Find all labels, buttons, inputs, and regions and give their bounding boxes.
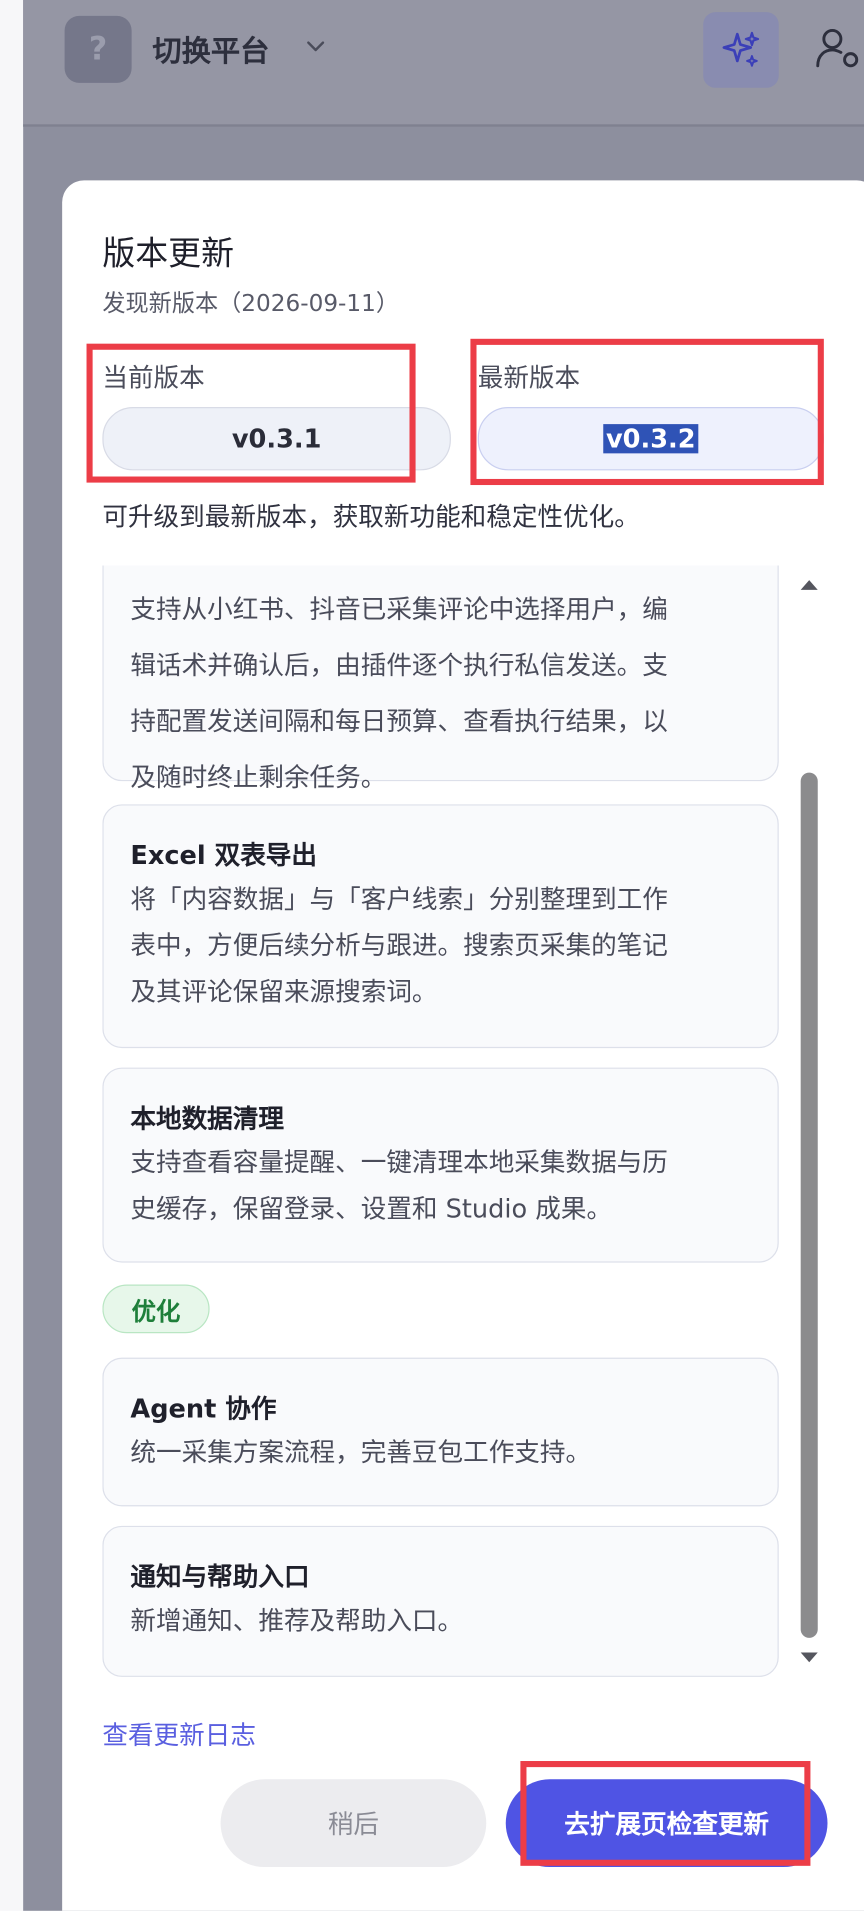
current-version-label: 当前版本	[102, 363, 205, 393]
feature-card: Excel 双表导出 将「内容数据」与「客户线索」分别整理到工作 表中，方便后续…	[102, 804, 779, 1049]
platform-avatar[interactable]: ?	[64, 15, 132, 83]
feature-card-desc: 将「内容数据」与「客户线索」分别整理到工作	[130, 884, 668, 915]
feature-card-desc: 支持从小红书、抖音已采集评论中选择用户，编	[130, 594, 668, 624]
feature-card-desc: 及随时终止剩余任务。	[130, 762, 387, 793]
scrollbar[interactable]	[796, 565, 823, 1665]
latest-version-value[interactable]: v0.3.2	[603, 424, 698, 454]
sparkle-icon	[722, 31, 760, 67]
feature-card-desc: 史缓存，保留登录、设置和 Studio 成果。	[130, 1194, 613, 1224]
feature-card-desc: 及其评论保留来源搜索词。	[130, 977, 438, 1007]
feature-card: 通知与帮助入口 新增通知、推荐及帮助入口。	[102, 1525, 779, 1677]
feature-card-desc: 持配置发送间隔和每日预算、查看执行结果，以	[130, 706, 668, 737]
user-settings-icon[interactable]	[813, 24, 862, 73]
ai-assistant-button[interactable]	[703, 12, 779, 88]
feature-card: 支持从小红书、抖音已采集评论中选择用户，编 辑话术并确认后，由插件逐个执行私信发…	[102, 565, 779, 792]
current-version-field: v0.3.1	[102, 407, 451, 471]
feature-card-desc: 辑话术并确认后，由插件逐个执行私信发送。支	[130, 650, 668, 681]
later-button[interactable]: 稍后	[220, 1779, 487, 1868]
feature-card-desc: 统一采集方案流程，完善豆包工作支持。	[130, 1438, 592, 1468]
scroll-down-icon[interactable]	[798, 1650, 820, 1665]
check-update-button[interactable]: 去扩展页检查更新	[505, 1779, 828, 1868]
feature-card: 本地数据清理 支持查看容量提醒、一键清理本地采集数据与历 史缓存，保留登录、设置…	[102, 1067, 779, 1263]
optimization-tag: 优化	[102, 1284, 210, 1334]
scroll-up-icon[interactable]	[798, 578, 820, 593]
feature-card: Agent 协作 统一采集方案流程，完善豆包工作支持。	[102, 1357, 779, 1507]
view-changelog-link[interactable]: 查看更新日志	[102, 1716, 256, 1753]
upgrade-intro-text: 可升级到最新版本，获取新功能和稳定性优化。	[102, 502, 640, 532]
current-version-value: v0.3.1	[231, 424, 322, 454]
feature-card-desc: 表中，方便后续分析与跟进。搜索页采集的笔记	[130, 931, 668, 961]
feature-card-title: Agent 协作	[130, 1394, 277, 1424]
platform-switcher-label[interactable]: 切换平台	[152, 27, 269, 70]
screen: ? 切换平台 版本更新 发现新版本（2026-09-11） 当前版本 v0.3.…	[0, 0, 864, 1911]
left-edge	[0, 0, 24, 1911]
changelog-scroll-area[interactable]: 支持从小红书、抖音已采集评论中选择用户，编 辑话术并确认后，由插件逐个执行私信发…	[102, 565, 783, 1680]
feature-card-desc: 支持查看容量提醒、一键清理本地采集数据与历	[130, 1148, 668, 1178]
dialog-subtitle: 发现新版本（2026-09-11）	[102, 290, 400, 317]
dialog-title: 版本更新	[102, 235, 234, 273]
feature-card-title: 本地数据清理	[130, 1104, 284, 1134]
scrollbar-thumb[interactable]	[800, 772, 818, 1638]
feature-card-title: Excel 双表导出	[130, 840, 317, 871]
feature-card-desc: 新增通知、推荐及帮助入口。	[130, 1606, 464, 1636]
app-header: ? 切换平台	[23, 0, 864, 127]
version-update-dialog: 版本更新 发现新版本（2026-09-11） 当前版本 v0.3.1 最新版本 …	[62, 180, 864, 1911]
latest-version-field: v0.3.2	[477, 407, 824, 471]
feature-card-title: 通知与帮助入口	[130, 1562, 310, 1592]
chevron-down-icon[interactable]	[301, 32, 330, 61]
latest-version-label: 最新版本	[477, 363, 581, 393]
